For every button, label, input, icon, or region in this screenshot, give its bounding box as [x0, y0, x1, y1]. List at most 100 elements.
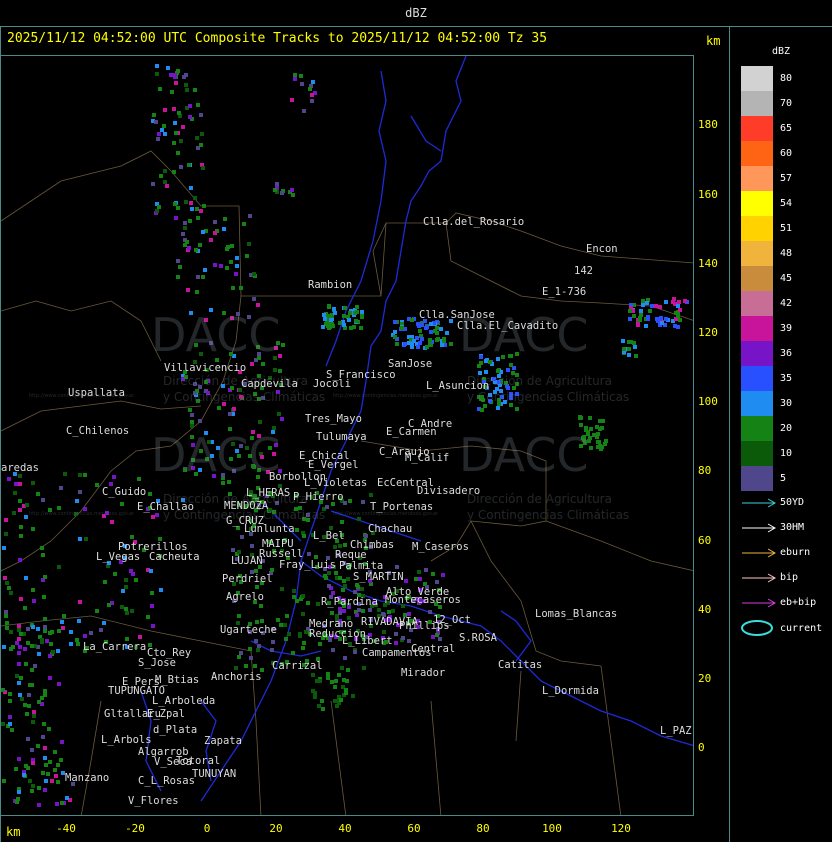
town-label: aredas	[1, 462, 39, 474]
town-label: L_Arboleda	[152, 695, 216, 707]
x-tick-label: 60	[407, 822, 421, 835]
town-label: L_Arbols	[101, 734, 152, 746]
town-label: L_Dormida	[542, 685, 599, 697]
track-arrow-icon	[742, 548, 777, 558]
town-label: Jocoli	[313, 378, 351, 390]
legend-swatch	[741, 141, 773, 166]
window-title-bar: dBZ	[0, 0, 832, 27]
legend-label: 39	[780, 323, 793, 334]
x-tick-label: 120	[611, 822, 631, 835]
town-label: Tres_Mayo	[305, 413, 362, 425]
town-label: Perdriel	[222, 573, 273, 585]
track-arrow-icon	[742, 573, 777, 583]
track-label: 50YD	[780, 497, 805, 508]
town-label: E_Vergel	[308, 459, 359, 471]
x-tick-label: -40	[56, 822, 76, 835]
radar-map[interactable]: DACC DACC DACC DACC Dirección de Agricul…	[0, 55, 694, 816]
town-label: Divisadero	[417, 485, 481, 497]
legend-label: 35	[780, 373, 793, 384]
town-label: Montecaseros	[385, 594, 461, 606]
town-label: Tulumaya	[316, 431, 367, 443]
x-tick-label: -20	[125, 822, 145, 835]
town-label: MENDOZA	[224, 500, 269, 512]
track-arrow-icon	[742, 498, 777, 508]
y-tick-label: 100	[698, 395, 718, 408]
x-tick-label: 100	[542, 822, 562, 835]
legend-label: 45	[780, 273, 793, 284]
y-tick-label: 60	[698, 534, 712, 547]
town-label: L_Violetas	[304, 477, 368, 489]
town-label: C_Chilenos	[66, 425, 130, 437]
legend-label: 54	[780, 198, 793, 209]
y-tick-label: 20	[698, 672, 712, 685]
town-label: E_1-736	[542, 286, 587, 298]
town-label: S_MARTIN	[353, 571, 404, 583]
x-tick-label: 40	[338, 822, 352, 835]
legend-label: 60	[780, 148, 793, 159]
current-ellipse-icon	[741, 620, 773, 636]
town-label: L_Bel	[313, 530, 345, 542]
track-label: bip	[780, 572, 799, 583]
x-axis-unit: km	[6, 825, 21, 839]
current-label: current	[780, 623, 823, 634]
legend-swatch	[741, 166, 773, 191]
town-label: d_Plata	[153, 724, 198, 736]
town-label: C_Guido	[102, 486, 147, 498]
track-arrow-icon	[742, 598, 777, 608]
town-label: Lomas_Blancas	[535, 608, 618, 620]
legend-label: 57	[780, 173, 793, 184]
town-label: LUJAN	[231, 555, 263, 567]
town-label: Rambion	[308, 279, 353, 291]
legend-label: 20	[780, 423, 793, 434]
town-label: L_Libert	[342, 635, 393, 647]
track-label: eburn	[780, 547, 811, 558]
watermark-url-c: http://www.contingencias.mendoza.gov.ar	[333, 393, 439, 399]
legend-swatch	[741, 416, 773, 441]
y-tick-label: 0	[698, 741, 705, 754]
legend-swatch	[741, 266, 773, 291]
legend-swatch	[741, 366, 773, 391]
y-tick-label: 160	[698, 188, 718, 201]
window-title: dBZ	[405, 6, 427, 20]
town-label: V_Flores	[128, 795, 179, 807]
legend-label: 80	[780, 73, 793, 84]
y-tick-label: 180	[698, 118, 718, 131]
legend-label: 51	[780, 223, 793, 234]
y-tick-label: 140	[698, 257, 718, 270]
legend-swatch	[741, 316, 773, 341]
track-label: eb+bip	[780, 597, 817, 608]
legend-label: 48	[780, 248, 793, 259]
town-label: Agrelo	[226, 591, 264, 603]
legend-divider	[729, 27, 730, 842]
town-label: Manzano	[65, 772, 110, 784]
watermark-dacc-3: DACC	[151, 428, 281, 482]
town-label: E_Zpal	[147, 708, 185, 720]
watermark-line1-d: Dirección de Agricultura	[467, 492, 612, 506]
radar-window: dBZ 2025/11/12 04:52:00 UTC Composite Tr…	[0, 0, 832, 842]
town-label: T_Portenas	[370, 501, 434, 513]
town-label: L_PAZ	[660, 725, 692, 737]
legend-swatch	[741, 216, 773, 241]
x-tick-label: 0	[203, 822, 211, 835]
town-label: Campamentos	[362, 647, 432, 659]
town-label: Villavicencio	[164, 362, 247, 374]
town-label: Fray_Luis	[279, 559, 336, 571]
y-tick-label: 120	[698, 326, 718, 339]
town-label: C_L_Rosas	[138, 775, 195, 787]
watermark-line2-b: y Contingencias Climáticas	[467, 390, 630, 404]
watermark-dacc-4: DACC	[459, 428, 589, 482]
legend-label: 30	[780, 398, 793, 409]
town-label: Mirador	[401, 667, 446, 679]
town-label: Clla.del_Rosario	[423, 216, 525, 228]
town-label: P_Hierro	[293, 491, 344, 503]
town-label: Ugarteche	[220, 624, 277, 636]
town-label: 142	[574, 265, 593, 277]
town-label: SanJose	[388, 358, 433, 370]
town-label: S.ROSA	[459, 632, 497, 644]
legend-title: dBZ	[772, 46, 791, 57]
legend-label: 65	[780, 123, 793, 134]
legend-label: 36	[780, 348, 793, 359]
legend-swatch	[741, 341, 773, 366]
town-label: E_Carmen	[386, 426, 437, 438]
composite-title: 2025/11/12 04:52:00 UTC Composite Tracks…	[7, 31, 548, 46]
